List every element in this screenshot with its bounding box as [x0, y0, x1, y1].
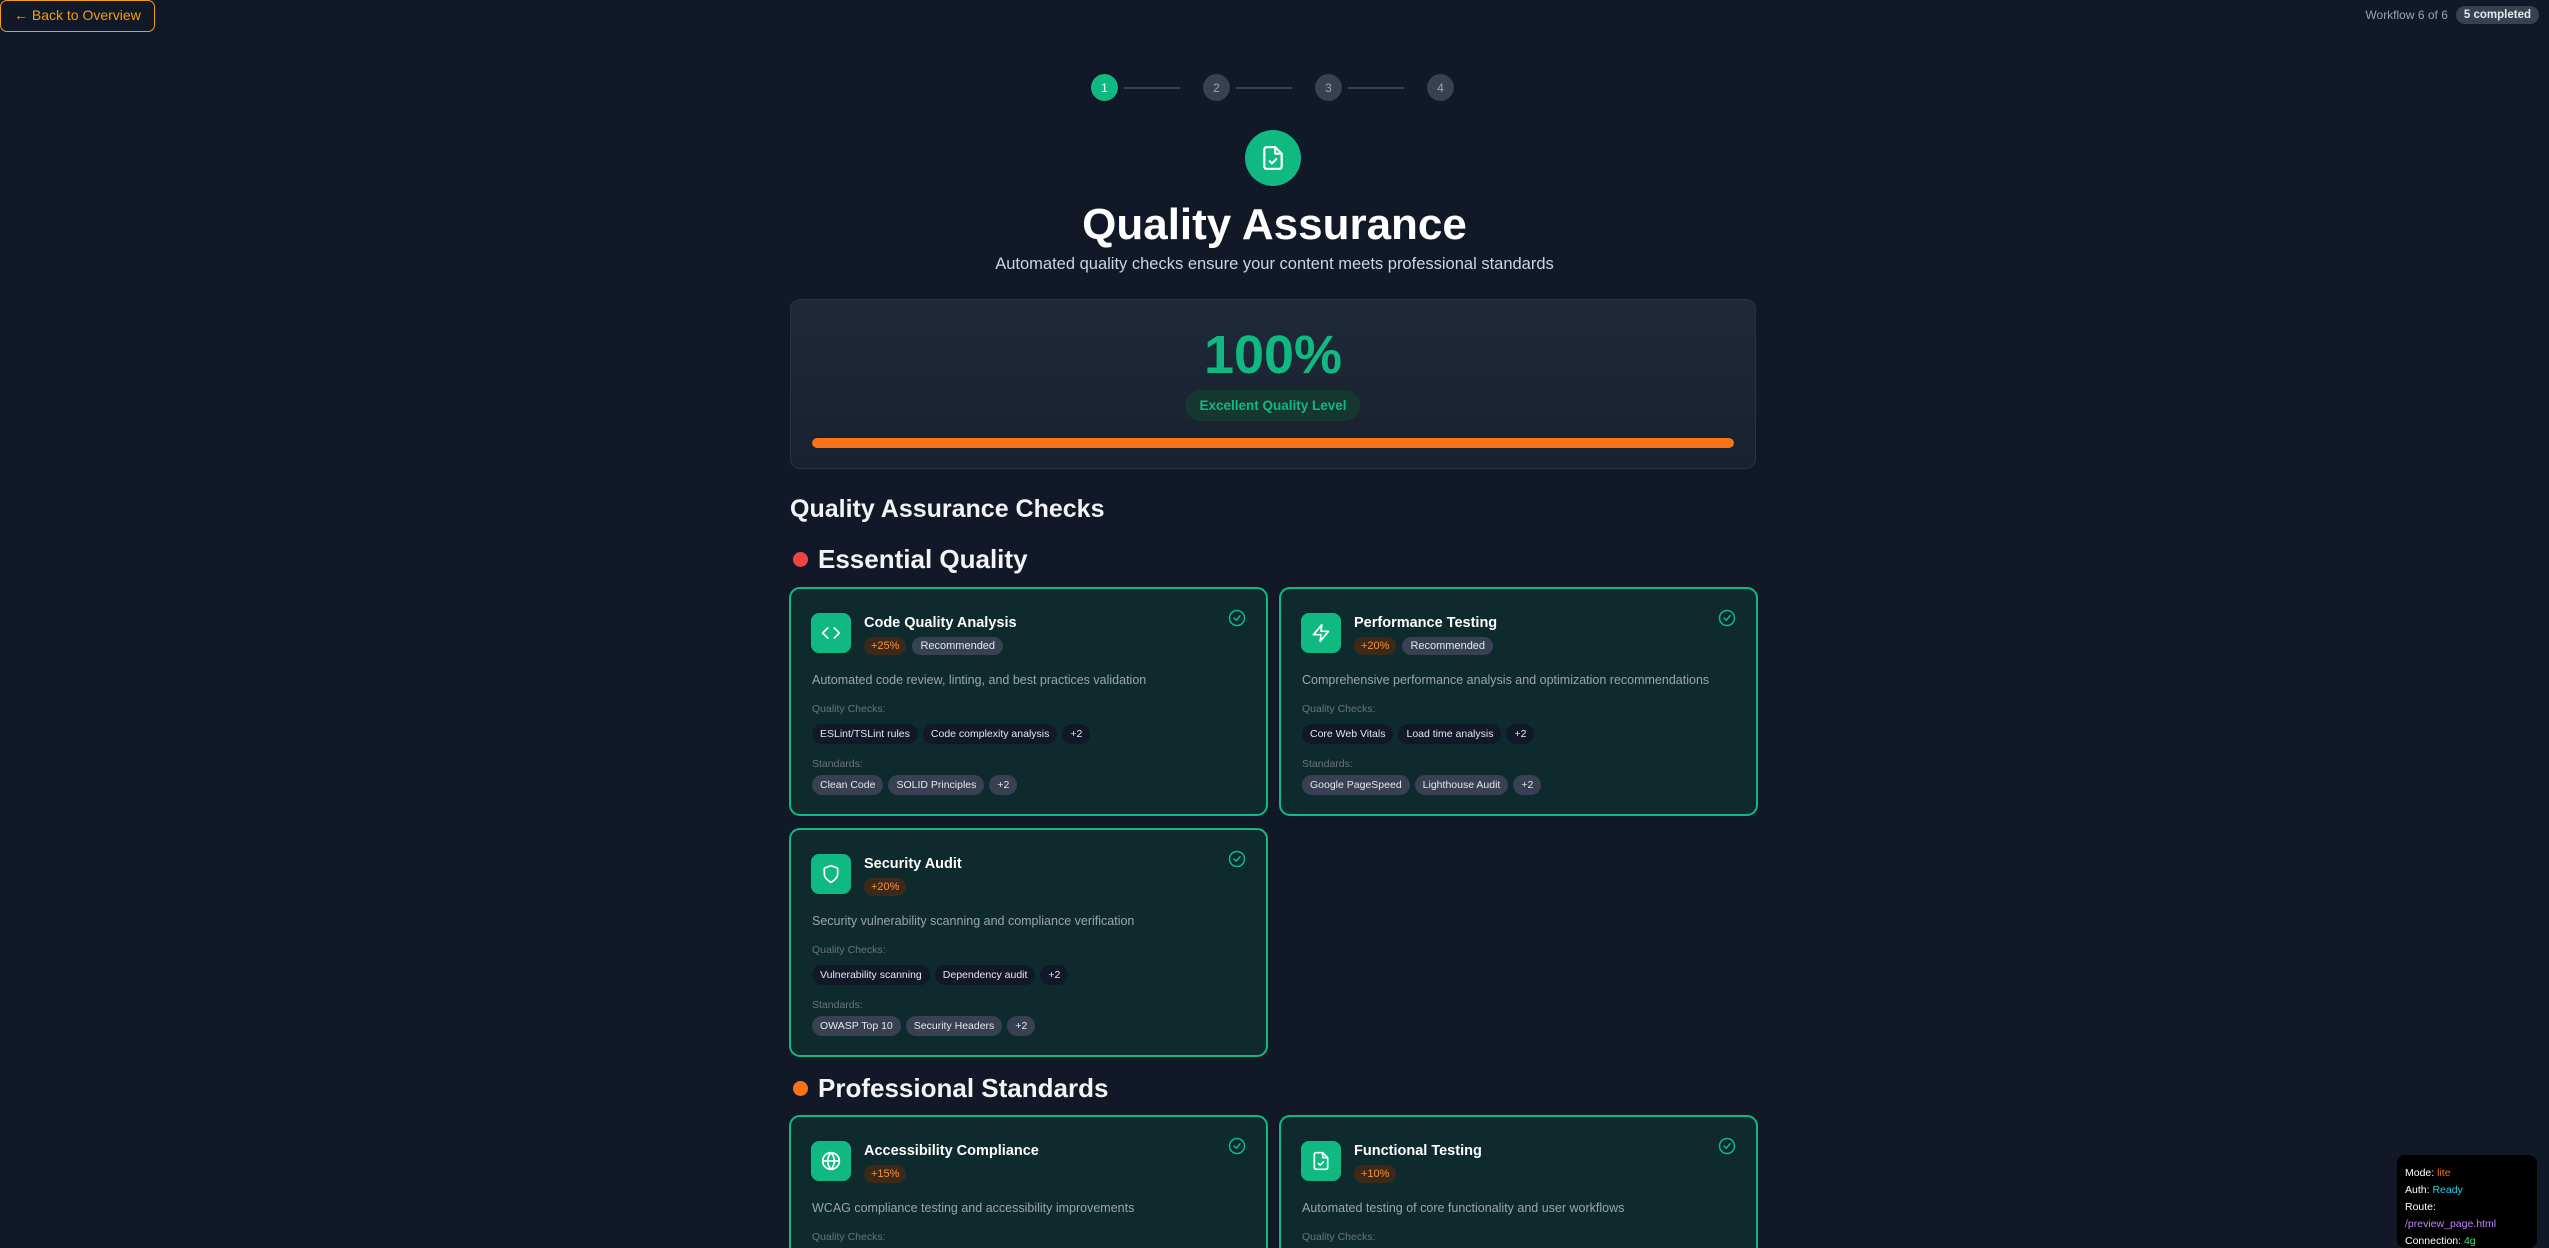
step-2[interactable]: 2 [1203, 74, 1230, 101]
status-mode: Mode: lite [2405, 1167, 2451, 1179]
standard-chip: Security Headers [905, 1016, 1003, 1036]
code-icon [811, 613, 851, 653]
shield-icon [811, 854, 851, 894]
standard-chip: OWASP Top 10 [812, 1016, 901, 1036]
file-check-icon [1245, 130, 1301, 186]
check-circle-icon [1718, 1137, 1736, 1155]
more-chip[interactable]: +2 [989, 775, 1018, 795]
check-circle-icon [1228, 850, 1246, 868]
qa-card-functional-testing[interactable]: Functional Testing +10% Automated testin… [1279, 1115, 1758, 1248]
quality-checks-label: Quality Checks: [1302, 1231, 1376, 1243]
more-chip[interactable]: +2 [1506, 724, 1535, 744]
card-description: Automated code review, linting, and best… [812, 673, 1147, 687]
globe-icon [811, 1141, 851, 1181]
quality-checks-label: Quality Checks: [812, 1231, 886, 1243]
more-chip[interactable]: +2 [1513, 775, 1542, 795]
more-chip[interactable]: +2 [1007, 1016, 1036, 1036]
group-title: Essential Quality [818, 544, 1028, 574]
priority-dot [793, 552, 808, 567]
step-1[interactable]: 1 [1091, 74, 1118, 101]
quality-progress-fill [812, 438, 1734, 448]
priority-dot [793, 1081, 808, 1096]
recommended-badge: Recommended [1402, 637, 1494, 655]
check-circle-icon [1228, 1137, 1246, 1155]
group-heading-professional: Professional Standards [793, 1073, 1108, 1104]
card-description: Security vulnerability scanning and comp… [812, 914, 1135, 928]
card-title: Accessibility Compliance [864, 1143, 1039, 1159]
card-title: Code Quality Analysis [864, 615, 1017, 631]
qa-card-accessibility[interactable]: Accessibility Compliance +15% WCAG compl… [789, 1115, 1268, 1248]
card-title: Performance Testing [1354, 615, 1498, 631]
group-title: Professional Standards [818, 1073, 1109, 1103]
group-heading-essential: Essential Quality [793, 544, 1028, 575]
card-description: WCAG compliance testing and accessibilit… [812, 1201, 1135, 1215]
quality-progress-bar [812, 438, 1734, 448]
check-chip: Load time analysis [1398, 724, 1502, 744]
section-title: Quality Assurance Checks [790, 495, 1105, 523]
quality-score-card: 100% Excellent Quality Level [790, 299, 1756, 469]
check-circle-icon [1228, 609, 1246, 627]
more-chip[interactable]: +2 [1040, 965, 1069, 985]
page-subtitle: Automated quality checks ensure your con… [995, 255, 1554, 273]
quality-checks-label: Quality Checks: [812, 944, 886, 956]
quality-checks-label: Quality Checks: [1302, 703, 1376, 715]
recommended-badge: Recommended [912, 637, 1004, 655]
debug-status-panel: Mode: lite Auth: Ready Route: /preview_p… [2397, 1155, 2537, 1248]
check-chip: Core Web Vitals [1302, 724, 1394, 744]
standard-chip: Clean Code [812, 775, 884, 795]
quality-score-value: 100% [1203, 325, 1343, 385]
zap-icon [1301, 613, 1341, 653]
standards-label: Standards: [812, 758, 863, 770]
check-chip: Code complexity analysis [922, 724, 1058, 744]
standards-label: Standards: [1302, 758, 1353, 770]
step-connector [1348, 86, 1404, 89]
more-chip[interactable]: +2 [1062, 724, 1091, 744]
impact-badge: +10% [1354, 1165, 1397, 1183]
workflow-counter: Workflow 6 of 6 [2365, 8, 2448, 22]
card-title: Functional Testing [1354, 1143, 1482, 1159]
step-connector [1236, 86, 1292, 89]
check-chip: Vulnerability scanning [812, 965, 930, 985]
standard-chip: Google PageSpeed [1302, 775, 1410, 795]
standard-chip: Lighthouse Audit [1414, 775, 1509, 795]
card-title: Security Audit [864, 856, 962, 872]
qa-card-code-quality[interactable]: Code Quality Analysis +25% Recommended A… [789, 587, 1268, 816]
standard-chip: SOLID Principles [888, 775, 985, 795]
quality-checks-label: Quality Checks: [812, 703, 886, 715]
impact-badge: +25% [864, 637, 907, 655]
check-circle-icon [1718, 609, 1736, 627]
step-connector [1124, 86, 1180, 89]
check-chip: Dependency audit [934, 965, 1036, 985]
impact-badge: +15% [864, 1165, 907, 1183]
status-connection: Connection: 4g [2405, 1235, 2476, 1247]
stepper: 1 2 3 4 [1091, 74, 1454, 101]
card-description: Comprehensive performance analysis and o… [1302, 673, 1710, 687]
back-to-overview-button[interactable]: ← Back to Overview [0, 0, 155, 32]
qa-card-performance-testing[interactable]: Performance Testing +20% Recommended Com… [1279, 587, 1758, 816]
card-description: Automated testing of core functionality … [1302, 1201, 1625, 1215]
quality-level-badge: Excellent Quality Level [1185, 390, 1361, 421]
completed-badge: 5 completed [2455, 6, 2539, 24]
file-check-icon [1301, 1141, 1341, 1181]
step-4[interactable]: 4 [1427, 74, 1454, 101]
page-title: Quality Assurance [1082, 200, 1467, 249]
check-chip: ESLint/TSLint rules [812, 724, 918, 744]
standards-label: Standards: [812, 999, 863, 1011]
impact-badge: +20% [1354, 637, 1397, 655]
qa-card-security-audit[interactable]: Security Audit +20% Security vulnerabili… [789, 828, 1268, 1057]
status-auth: Auth: Ready [2405, 1184, 2463, 1196]
workflow-info: Workflow 6 of 6 5 completed [2365, 6, 2539, 24]
impact-badge: +20% [864, 878, 907, 896]
status-route: Route: /preview_page.html [2405, 1201, 2497, 1230]
step-3[interactable]: 3 [1315, 74, 1342, 101]
